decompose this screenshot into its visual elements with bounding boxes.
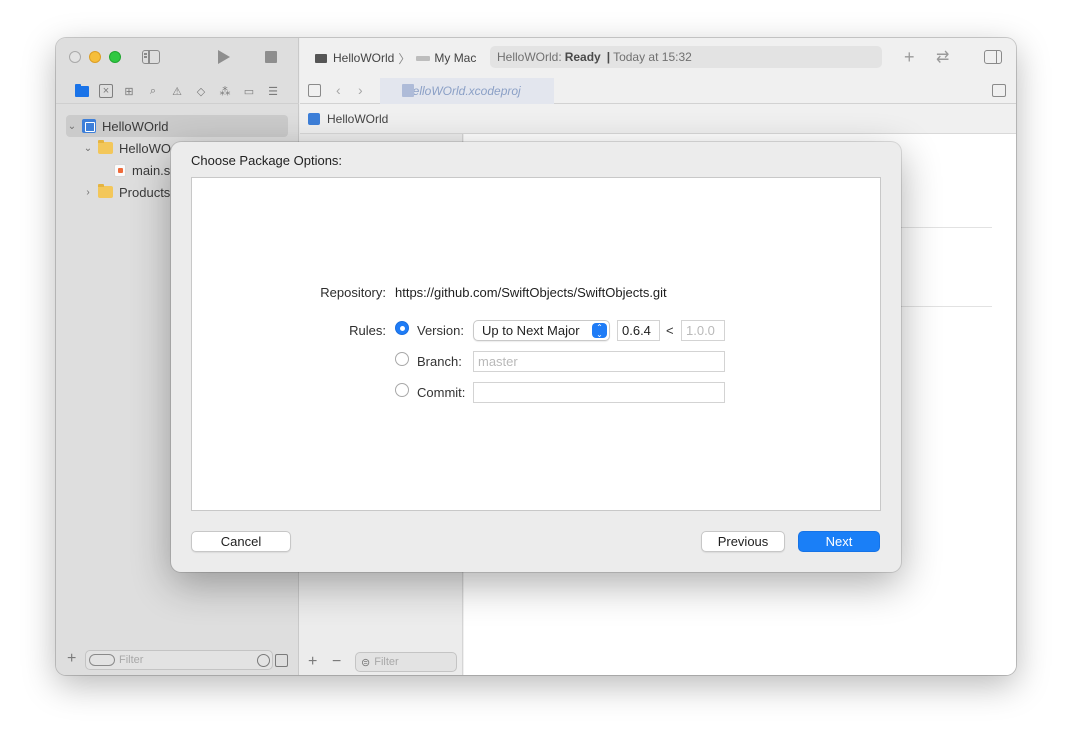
repository-url: https://github.com/SwiftObjects/SwiftObj… bbox=[395, 285, 667, 300]
scheme-icon bbox=[315, 53, 327, 63]
targets-filter[interactable]: ⊜ Filter bbox=[355, 652, 457, 672]
tree-item-label: HelloWOrld bbox=[102, 118, 169, 134]
stop-icon[interactable] bbox=[265, 51, 277, 63]
version-radio[interactable] bbox=[395, 321, 409, 335]
tab-project-file[interactable]: HelloWOrld.xcodeproj bbox=[380, 78, 554, 104]
add-target-icon[interactable]: + bbox=[308, 653, 317, 671]
commit-field[interactable] bbox=[473, 382, 725, 403]
sheet-title: Choose Package Options: bbox=[191, 153, 343, 168]
minimize-window-button[interactable] bbox=[89, 51, 101, 63]
recent-files-icon[interactable] bbox=[257, 654, 270, 667]
folder-icon bbox=[98, 184, 113, 198]
add-icon[interactable]: + bbox=[67, 650, 76, 668]
find-navigator-icon[interactable]: ⌕ bbox=[146, 84, 160, 98]
next-button[interactable]: Next bbox=[798, 531, 880, 552]
breadcrumb-label: HelloWOrld bbox=[327, 112, 389, 126]
version-label: Version: bbox=[417, 323, 464, 338]
tree-item-project[interactable]: ⌄ HelloWOrld bbox=[66, 115, 288, 137]
tree-item-group[interactable]: ⌄ HelloWO bbox=[82, 137, 171, 159]
symbol-navigator-icon[interactable]: ⊞ bbox=[122, 84, 136, 98]
navigator-filter[interactable]: Filter bbox=[85, 650, 273, 670]
back-icon[interactable]: ‹ bbox=[336, 82, 341, 98]
branch-label: Branch: bbox=[417, 354, 462, 369]
navigator-footer: + Filter bbox=[56, 645, 299, 675]
filter-placeholder: Filter bbox=[374, 656, 399, 668]
related-items-icon[interactable] bbox=[308, 84, 321, 97]
forward-icon[interactable]: › bbox=[358, 82, 363, 98]
issue-navigator-icon[interactable]: ⚠ bbox=[170, 84, 184, 98]
version-to-field[interactable]: 1.0.0 bbox=[681, 320, 725, 341]
filter-icon bbox=[89, 654, 115, 666]
test-navigator-icon[interactable]: ◇ bbox=[194, 84, 208, 98]
version-from-field[interactable]: 0.6.4 bbox=[617, 320, 660, 341]
branch-radio[interactable] bbox=[395, 352, 409, 366]
report-navigator-icon[interactable]: ☰ bbox=[266, 84, 280, 98]
chevron-right-icon[interactable]: › bbox=[82, 187, 94, 198]
swift-file-icon bbox=[114, 163, 126, 177]
cancel-button[interactable]: Cancel bbox=[191, 531, 291, 552]
project-icon bbox=[82, 119, 96, 133]
close-window-button[interactable] bbox=[69, 51, 81, 63]
destination-name: My Mac bbox=[434, 51, 477, 65]
status-project: HelloWOrld: bbox=[497, 50, 562, 64]
sidebar-toggle-icon[interactable] bbox=[142, 50, 160, 64]
chevron-down-icon[interactable]: ⌄ bbox=[82, 143, 94, 154]
tree-item-label: main.s bbox=[132, 162, 171, 178]
chevron-down-icon[interactable]: ⌄ bbox=[66, 121, 78, 132]
code-review-icon[interactable]: ⇄ bbox=[936, 47, 949, 67]
commit-label: Commit: bbox=[417, 385, 466, 400]
rules-label: Rules: bbox=[349, 323, 386, 338]
folder-icon bbox=[98, 140, 113, 154]
tab-label: HelloWOrld.xcodeproj bbox=[404, 84, 521, 98]
status-separator: | bbox=[606, 50, 611, 64]
previous-button[interactable]: Previous bbox=[701, 531, 785, 552]
repository-label: Repository: bbox=[320, 285, 386, 300]
branch-field[interactable]: master bbox=[473, 351, 725, 372]
project-icon bbox=[308, 113, 320, 125]
version-rule-value: Up to Next Major bbox=[482, 323, 580, 338]
project-navigator-icon[interactable] bbox=[75, 83, 89, 98]
zoom-window-button[interactable] bbox=[109, 51, 121, 63]
chevron-right-icon: 〉 bbox=[398, 51, 411, 66]
remove-target-icon[interactable]: − bbox=[332, 653, 341, 671]
version-rule-select[interactable]: Up to Next Major ⌃ ⌄ bbox=[473, 320, 610, 341]
less-than-label: < bbox=[666, 323, 674, 338]
status-time: Today at 15:32 bbox=[613, 50, 692, 64]
tree-item-products[interactable]: › Products bbox=[82, 181, 170, 203]
activity-status: HelloWOrld: Ready | Today at 15:32 bbox=[490, 46, 882, 68]
tree-item-file[interactable]: main.s bbox=[114, 159, 170, 181]
source-control-icon[interactable]: × bbox=[99, 84, 113, 98]
run-icon[interactable] bbox=[218, 50, 230, 64]
split-editor-icon[interactable] bbox=[992, 84, 1006, 97]
status-state: Ready bbox=[564, 50, 601, 64]
inspector-toggle-icon[interactable] bbox=[984, 50, 1002, 64]
package-options-sheet: Choose Package Options: Repository: http… bbox=[171, 142, 901, 572]
filter-placeholder: Filter bbox=[119, 654, 144, 666]
tree-item-label: HelloWO bbox=[119, 140, 172, 156]
debug-navigator-icon[interactable]: ⁂ bbox=[218, 84, 232, 98]
scheme-name: HelloWOrld bbox=[333, 51, 395, 65]
commit-radio[interactable] bbox=[395, 383, 409, 397]
editor-tab-bar: ‹ › HelloWOrld.xcodeproj bbox=[300, 78, 1016, 104]
scheme-selector[interactable]: HelloWOrld 〉 My Mac bbox=[315, 50, 476, 66]
xcodeproj-icon bbox=[402, 84, 414, 97]
breakpoint-navigator-icon[interactable]: ▭ bbox=[242, 84, 256, 98]
options-panel: Repository: https://github.com/SwiftObje… bbox=[191, 177, 881, 511]
breadcrumb[interactable]: HelloWOrld bbox=[308, 111, 388, 127]
filter-icon: ⊜ bbox=[361, 656, 371, 669]
source-control-filter-icon[interactable] bbox=[275, 654, 288, 667]
library-plus-icon[interactable]: + bbox=[904, 47, 915, 68]
tree-item-label: Products bbox=[119, 184, 171, 200]
mac-icon bbox=[416, 55, 431, 61]
chevron-updown-icon: ⌃ ⌄ bbox=[592, 323, 607, 338]
